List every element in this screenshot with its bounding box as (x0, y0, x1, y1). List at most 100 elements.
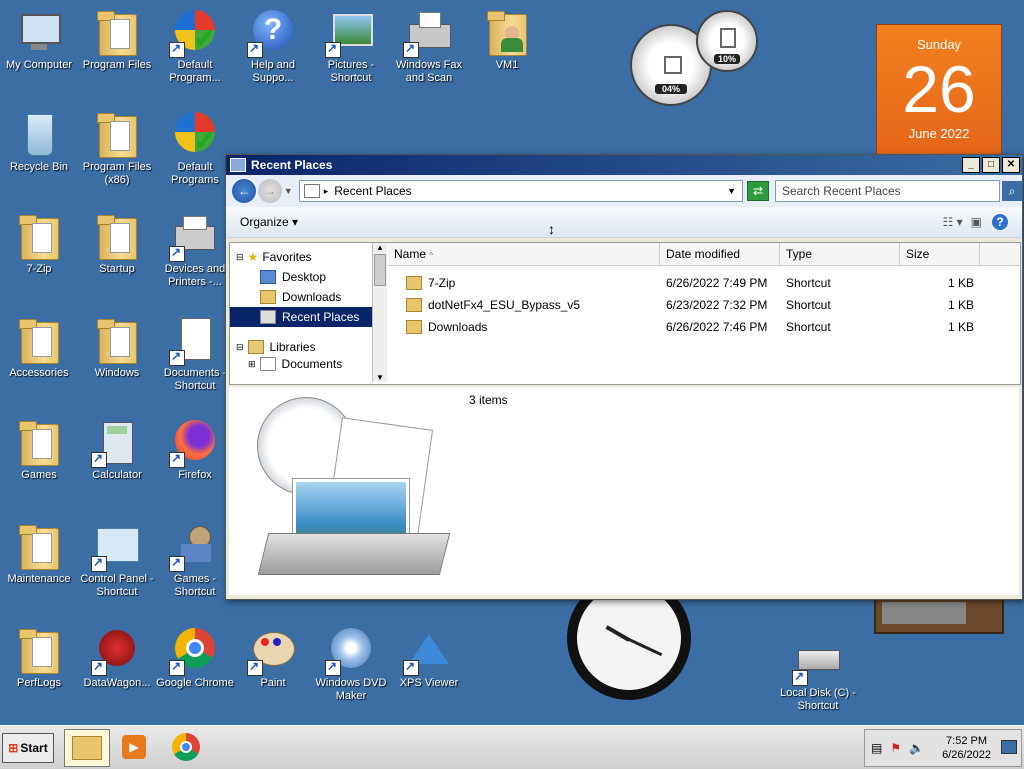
desktop-icon-documents-shortcut[interactable]: Documents - Shortcut (156, 316, 234, 393)
refresh-button[interactable]: ⇄ (747, 181, 769, 201)
folder-icon (15, 626, 63, 674)
clock-hour-hand (605, 625, 630, 642)
desktop-icon-fax-scan[interactable]: Windows Fax and Scan (390, 8, 468, 85)
folder-icon (93, 212, 141, 260)
chrome-icon (172, 733, 200, 761)
window-title: Recent Places (251, 158, 333, 172)
desktop-icon-devices-printers[interactable]: Devices and Printers -... (156, 212, 234, 289)
desktop-icon-startup[interactable]: Startup (78, 212, 156, 276)
preview-pane-icon[interactable]: ▣ (971, 215, 982, 229)
item-count: 3 items (469, 393, 508, 407)
explorer-window[interactable]: Recent Places _ □ ✕ ← → ▼ ▸ Recent Place… (225, 154, 1023, 600)
desktop-icon-pictures-shortcut[interactable]: Pictures - Shortcut (312, 8, 390, 85)
desktop-icon-local-disk[interactable]: Local Disk (C) - Shortcut (779, 636, 857, 713)
close-button[interactable]: ✕ (1002, 157, 1020, 173)
printer-icon (169, 212, 219, 262)
nav-downloads[interactable]: Downloads (230, 287, 372, 307)
desktop-icon-chrome[interactable]: Google Chrome (156, 626, 234, 690)
games-icon (169, 522, 219, 572)
desktop-icon (260, 270, 276, 284)
desktop-icon-dvd-maker[interactable]: Windows DVD Maker (312, 626, 390, 703)
xps-viewer-icon (403, 626, 453, 676)
desktop-icon-accessories[interactable]: Accessories (0, 316, 78, 380)
table-row[interactable]: Downloads 6/26/2022 7:46 PM Shortcut 1 K… (388, 316, 1020, 338)
desktop-icon-7zip[interactable]: 7-Zip (0, 212, 78, 276)
desktop-icon-games-shortcut[interactable]: Games - Shortcut (156, 522, 234, 599)
desktop-icon-windows[interactable]: Windows (78, 316, 156, 380)
windows-logo-icon: ⊞ (8, 741, 19, 755)
desktop-icon-default-programs-shortcut[interactable]: ✓ Default Program... (156, 8, 234, 85)
navigation-scrollbar[interactable]: ▲ ▼ (372, 243, 387, 382)
taskbar-clock[interactable]: 7:52 PM 6/26/2022 (942, 734, 991, 762)
address-bar: ← → ▼ ▸ Recent Places ▼ ⇄ Search Recent … (226, 175, 1022, 207)
window-titlebar[interactable]: Recent Places _ □ ✕ (226, 155, 1022, 175)
desktop-icon-help-support[interactable]: ? Help and Suppo... (234, 8, 312, 85)
desktop-icon-program-files-x86[interactable]: Program Files (x86) (78, 110, 156, 187)
nav-libraries[interactable]: ⊟ Libraries (230, 337, 372, 357)
minimize-button[interactable]: _ (962, 157, 980, 173)
history-dropdown-icon[interactable]: ▼ (284, 186, 293, 196)
volume-icon[interactable]: 🔈 (909, 741, 924, 755)
documents-icon (169, 316, 219, 366)
start-button[interactable]: ⊞ Start (2, 733, 54, 763)
memory-percent: 10% (714, 54, 740, 64)
desktop-icon-paint[interactable]: Paint (234, 626, 312, 690)
taskbar-explorer[interactable] (64, 729, 110, 767)
cpu-meter-gadget: 04% 10% (630, 10, 760, 106)
folder-icon (15, 212, 63, 260)
desktop-icon-default-programs[interactable]: ✓ Default Programs (156, 110, 234, 187)
column-date-modified[interactable]: Date modified (660, 243, 780, 265)
search-icon[interactable]: ⌕ (1002, 181, 1022, 201)
desktop-icon-games[interactable]: Games (0, 418, 78, 482)
desktop-icon-control-panel[interactable]: Control Panel - Shortcut (78, 522, 156, 599)
desktop-icon-my-computer[interactable]: My Computer (0, 8, 78, 72)
nav-recent-places[interactable]: Recent Places (230, 307, 372, 327)
address-dropdown-icon[interactable]: ▼ (727, 186, 736, 196)
address-box[interactable]: ▸ Recent Places ▼ (298, 180, 744, 202)
system-tray: ▤ ⚑ 🔈 7:52 PM 6/26/2022 (864, 729, 1022, 767)
organize-button[interactable]: Organize ▾ (240, 215, 298, 229)
view-options-icon[interactable]: ☷ ▾ (943, 215, 963, 229)
desktop-icon-firefox[interactable]: Firefox (156, 418, 234, 482)
column-size[interactable]: Size (900, 243, 980, 265)
datawagon-icon (91, 626, 141, 676)
desktop-icon-perflogs[interactable]: PerfLogs (0, 626, 78, 690)
nav-documents[interactable]: ⊞ Documents (230, 357, 372, 371)
calendar-day: 26 (902, 52, 976, 126)
action-center-icon[interactable]: ⚑ (890, 741, 901, 755)
default-programs-icon: ✓ (169, 8, 219, 58)
nav-favorites[interactable]: ⊟ ★ Favorites (230, 247, 372, 267)
desktop-icon-calculator[interactable]: Calculator (78, 418, 156, 482)
taskbar: ⊞ Start ▶ ▤ ⚑ 🔈 7:52 PM 6/26/2022 (0, 725, 1024, 769)
address-text: Recent Places (334, 184, 412, 198)
search-input[interactable]: Search Recent Places (774, 180, 1001, 202)
column-type[interactable]: Type (780, 243, 900, 265)
table-row[interactable]: 7-Zip 6/26/2022 7:49 PM Shortcut 1 KB (388, 272, 1020, 294)
desktop-icon-xps-viewer[interactable]: XPS Viewer (390, 626, 468, 690)
back-button[interactable]: ← (232, 179, 256, 203)
show-desktop-icon[interactable] (1001, 740, 1017, 754)
scrollbar-thumb[interactable] (374, 254, 386, 286)
desktop-icon-program-files[interactable]: Program Files (78, 8, 156, 72)
breadcrumb-arrow-icon[interactable]: ▸ (324, 186, 329, 197)
file-list: Name ^ Date modified Type Size 7-Zip 6/2… (388, 243, 1020, 384)
help-icon[interactable]: ? (992, 214, 1008, 230)
forward-button[interactable]: → (257, 179, 282, 203)
libraries-icon (247, 340, 264, 354)
desktop-icon-vm1[interactable]: VM1 (468, 8, 546, 72)
desktop-icon-recycle-bin[interactable]: Recycle Bin (0, 110, 78, 174)
tray-image (257, 533, 451, 575)
taskbar-media-player[interactable]: ▶ (112, 729, 156, 765)
local-disk-icon (792, 636, 842, 686)
taskbar-chrome[interactable] (164, 729, 208, 765)
network-icon[interactable]: ▤ (871, 741, 882, 755)
fax-icon (403, 8, 453, 58)
maximize-button[interactable]: □ (982, 157, 1000, 173)
recent-places-large-icon (253, 393, 453, 583)
paint-icon (247, 626, 297, 676)
desktop-icon-datawagon[interactable]: DataWagon... (78, 626, 156, 690)
column-name[interactable]: Name ^ (388, 243, 660, 265)
table-row[interactable]: dotNetFx4_ESU_Bypass_v5 6/23/2022 7:32 P… (388, 294, 1020, 316)
nav-desktop[interactable]: Desktop (230, 267, 372, 287)
desktop-icon-maintenance[interactable]: Maintenance (0, 522, 78, 586)
